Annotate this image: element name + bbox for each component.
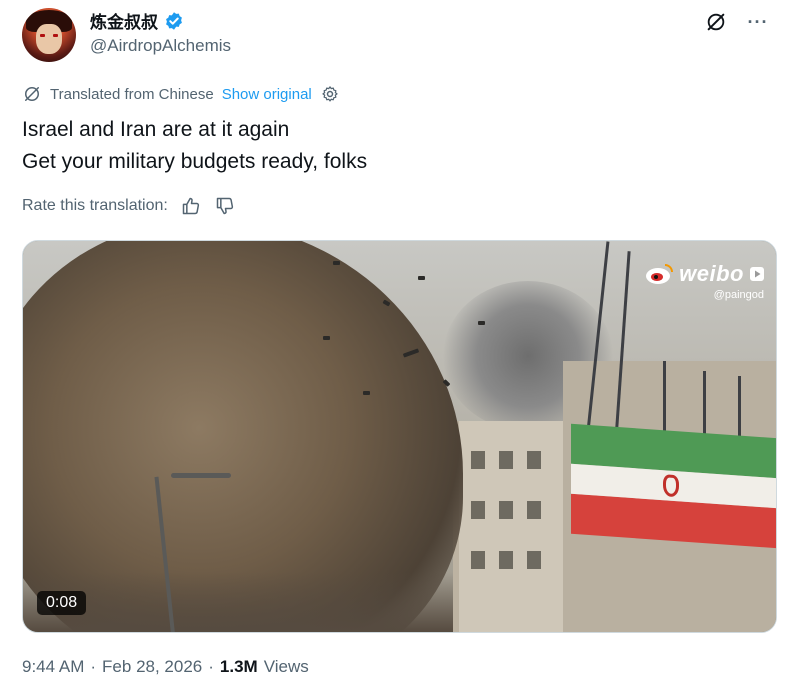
video-scene-ground xyxy=(23,572,453,632)
tweet-time[interactable]: 9:44 AM xyxy=(22,657,84,677)
settings-icon[interactable] xyxy=(320,84,340,104)
translation-row: Translated from Chinese Show original xyxy=(22,84,340,104)
grok-icon[interactable] xyxy=(702,8,730,36)
views-label: Views xyxy=(263,657,309,676)
building-window xyxy=(471,501,485,519)
avatar-face xyxy=(36,24,62,54)
more-icon[interactable]: ··· xyxy=(744,8,772,36)
meta-separator: · xyxy=(208,657,214,676)
video-scene-building-center xyxy=(453,421,563,632)
rate-translation-label: Rate this translation: xyxy=(22,197,168,214)
tweet-date[interactable]: Feb 28, 2026 xyxy=(102,657,202,677)
meta-separator: · xyxy=(90,657,97,676)
video-scene-debris xyxy=(323,336,330,340)
more-label: ··· xyxy=(747,11,769,32)
thumbs-down-icon[interactable] xyxy=(214,195,236,217)
video-scene-debris xyxy=(478,321,485,325)
video-scene-debris xyxy=(333,261,340,265)
building-window xyxy=(499,501,513,519)
building-window xyxy=(499,551,513,569)
weibo-play-badge-icon xyxy=(750,267,764,281)
tweet-meta: 9:44 AM · Feb 28, 2026 · 1.3M Views xyxy=(22,657,309,677)
weibo-username: @paingod xyxy=(713,289,764,301)
building-window xyxy=(527,451,541,469)
views-count: 1.3M xyxy=(219,657,258,676)
author-handle[interactable]: @AirdropAlchemis xyxy=(90,36,231,56)
avatar[interactable] xyxy=(22,8,76,62)
video-scene-pole xyxy=(738,376,741,441)
video-scene-pole xyxy=(703,371,706,441)
video-scene-debris xyxy=(418,276,425,280)
video-duration-badge: 0:08 xyxy=(37,591,87,615)
flag-emblem xyxy=(663,473,679,497)
author-name-row[interactable]: 炼金叔叔 xyxy=(90,8,184,33)
video-scene-streetlight-arm xyxy=(171,473,231,478)
translation-label: Translated from Chinese xyxy=(50,85,214,103)
building-window xyxy=(499,451,513,469)
building-window xyxy=(471,551,485,569)
tweet-line-1: Israel and Iran are at it again xyxy=(22,118,290,141)
building-window xyxy=(471,451,485,469)
weibo-logo-icon xyxy=(646,264,674,284)
rate-translation-row: Rate this translation: xyxy=(22,195,236,217)
translate-icon xyxy=(25,87,39,101)
thumbs-up-icon[interactable] xyxy=(180,195,202,217)
show-original-link[interactable]: Show original xyxy=(222,86,312,103)
avatar-eye-right xyxy=(53,34,58,37)
display-name[interactable]: 炼金叔叔 xyxy=(90,8,158,33)
video-scene-flag xyxy=(571,423,776,549)
weibo-watermark: weibo @paingod xyxy=(645,261,764,301)
top-actions: ··· xyxy=(702,8,772,36)
tweet-text: Israel and Iran are at it again Get your… xyxy=(22,114,367,178)
video-player[interactable]: weibo @paingod 0:08 xyxy=(22,240,777,633)
avatar-eye-left xyxy=(40,34,45,37)
weibo-brand: weibo xyxy=(679,261,744,286)
building-window xyxy=(527,501,541,519)
building-window xyxy=(527,551,541,569)
tweet-line-2: Get your military budgets ready, folks xyxy=(22,150,368,173)
video-scene-debris xyxy=(363,391,370,395)
verified-badge-icon[interactable] xyxy=(164,11,184,31)
video-scene-pole xyxy=(663,361,666,441)
